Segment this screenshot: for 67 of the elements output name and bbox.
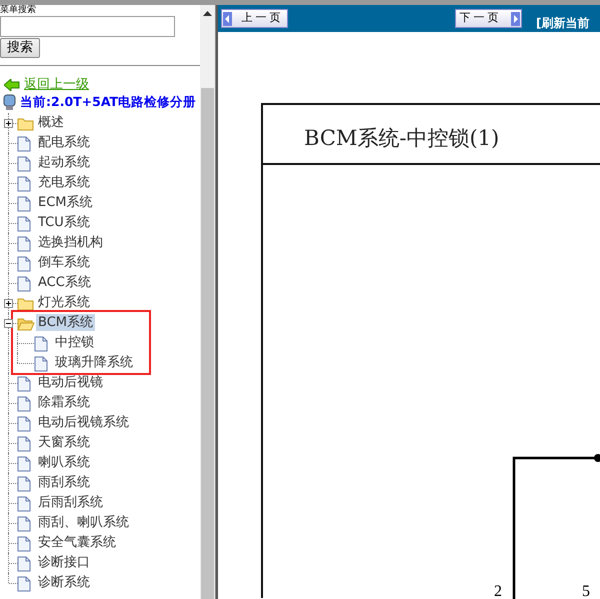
tree-item[interactable]: TCU系统: [36, 214, 92, 231]
tree-item[interactable]: 倒车系统: [36, 254, 92, 271]
tree-item[interactable]: BCM系统: [36, 314, 95, 331]
previous-page-button[interactable]: 上一页: [221, 9, 288, 28]
document-icon: [34, 336, 48, 352]
document-icon: [17, 396, 31, 412]
tree-item[interactable]: 诊断系统: [36, 574, 92, 591]
tree-item[interactable]: 后雨刮系统: [36, 494, 105, 511]
document-icon: [17, 196, 31, 212]
tree-item[interactable]: 天窗系统: [36, 434, 92, 451]
tree-item[interactable]: 安全气囊系统: [36, 534, 118, 551]
tree-item[interactable]: 灯光系统: [36, 294, 92, 311]
folder-icon: [17, 116, 35, 132]
computer-icon: [3, 94, 17, 110]
expand-icon[interactable]: [4, 299, 13, 308]
tree-item[interactable]: 玻璃升降系统: [53, 354, 135, 371]
tree-item[interactable]: 充电系统: [36, 174, 92, 191]
back-arrow-icon[interactable]: [4, 79, 20, 91]
pin-number: 2: [494, 583, 502, 599]
tree-item[interactable]: 雨刮系统: [36, 474, 92, 491]
tree-item[interactable]: 雨刮、喇叭系统: [36, 514, 131, 531]
document-icon: [17, 516, 31, 532]
document-icon: [17, 536, 31, 552]
document-icon: [17, 436, 31, 452]
document-icon: [17, 496, 31, 512]
left-arrow-icon: [223, 12, 232, 26]
document-icon: [17, 416, 31, 432]
tree-item[interactable]: 电动后视镜系统: [36, 414, 131, 431]
document-icon: [17, 476, 31, 492]
tree-item[interactable]: ACC系统: [36, 274, 93, 291]
document-icon: [17, 556, 31, 572]
document-icon: [17, 156, 31, 172]
scrollbar[interactable]: [200, 5, 215, 599]
scroll-up-icon[interactable]: [203, 11, 212, 17]
document-icon: [17, 176, 31, 192]
tree-item[interactable]: 中控锁: [53, 334, 96, 351]
tree-item[interactable]: 喇叭系统: [36, 454, 92, 471]
expand-icon[interactable]: [4, 119, 13, 128]
tree-item[interactable]: ECM系统: [36, 194, 95, 211]
tree-item[interactable]: 诊断接口: [36, 554, 92, 571]
document-icon: [17, 456, 31, 472]
document-icon: [17, 256, 31, 272]
search-button[interactable]: 搜索: [0, 38, 40, 58]
right-arrow-icon: [511, 12, 520, 26]
document-icon: [17, 576, 31, 592]
back-link[interactable]: 返回上一级: [24, 75, 89, 95]
search-field[interactable]: [0, 16, 175, 37]
open-folder-icon: [17, 316, 35, 332]
document-icon: [34, 356, 48, 372]
document-icon: [17, 136, 31, 152]
tree-item[interactable]: 起动系统: [36, 154, 92, 171]
current-manual-title: 当前:2.0T+5AT电路检修分册: [20, 92, 196, 111]
tree-item[interactable]: 概述: [36, 114, 66, 131]
tree-item[interactable]: 电动后视镜: [36, 374, 105, 391]
next-page-button[interactable]: 下一页: [455, 9, 522, 28]
document-icon: [17, 276, 31, 292]
tree-item[interactable]: 除霜系统: [36, 394, 92, 411]
document-icon: [17, 376, 31, 392]
tree-item[interactable]: 配电系统: [36, 134, 92, 151]
document-icon: [17, 236, 31, 252]
tree-item[interactable]: 选换挡机构: [36, 234, 105, 251]
document-icon: [17, 216, 31, 232]
diagram-title: BCM系统-中控锁(1): [304, 126, 500, 150]
pin-number: 5: [582, 583, 590, 599]
folder-icon: [17, 296, 35, 312]
scrollbar-thumb[interactable]: [201, 88, 214, 599]
refresh-link[interactable]: [刷新当前: [536, 14, 590, 32]
